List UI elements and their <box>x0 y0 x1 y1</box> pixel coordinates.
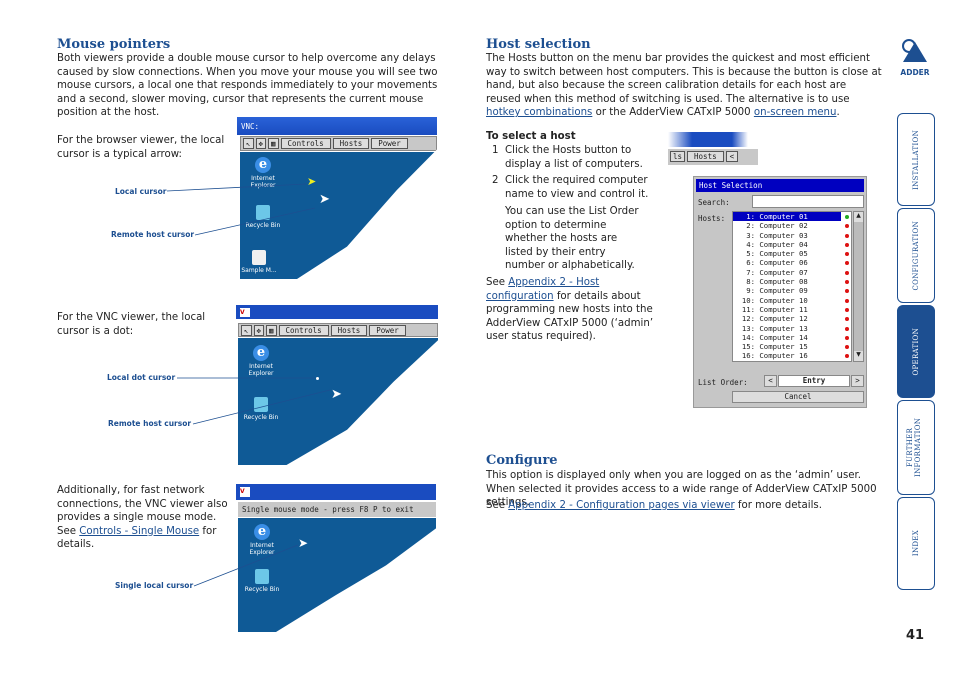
status-dot-icon <box>845 298 849 303</box>
host-list-item[interactable]: 6: Computer 06 <box>733 258 851 267</box>
hosts-button[interactable]: Hosts <box>687 151 724 162</box>
tab-operation[interactable]: OPERATION <box>897 305 935 398</box>
status-dot-icon <box>845 280 849 285</box>
list-order-next-button[interactable]: > <box>851 375 864 387</box>
host-list-item[interactable]: 9: Computer 09 <box>733 286 851 295</box>
search-label: Search: <box>698 198 730 207</box>
dialog-title: Host Selection <box>696 179 864 192</box>
list-order-value[interactable]: Entry <box>778 375 850 387</box>
status-dot-icon <box>845 215 849 219</box>
host-list-item[interactable]: 10: Computer 10 <box>733 296 851 305</box>
hosts-label: Hosts: <box>698 214 726 223</box>
host-list-item[interactable]: 3: Computer 03 <box>733 231 851 240</box>
host-list-scrollbar[interactable]: ▲ ▼ <box>853 211 864 362</box>
on-screen-menu-link[interactable]: on-screen menu <box>754 107 837 118</box>
host-config-see: See Appendix 2 - Host configuration for … <box>486 277 654 343</box>
host-list-item[interactable]: 15: Computer 15 <box>733 342 851 351</box>
list-order-note: You can use the List Order option to det… <box>505 206 639 272</box>
to-select-host-subhead: To select a host <box>486 131 576 142</box>
status-dot-icon <box>845 335 849 340</box>
host-list-item[interactable]: 12: Computer 12 <box>733 314 851 323</box>
tab-further-information[interactable]: FURTHER INFORMATION <box>897 400 935 495</box>
status-dot-icon <box>845 345 849 350</box>
tab-index[interactable]: INDEX <box>897 497 935 590</box>
step-1-number: 1 <box>492 145 499 156</box>
tab-configuration[interactable]: CONFIGURATION <box>897 208 935 303</box>
scroll-down-icon: ▼ <box>854 351 863 361</box>
host-list-item[interactable]: 11: Computer 11 <box>733 305 851 314</box>
list-order-prev-button[interactable]: < <box>764 375 777 387</box>
tab-installation[interactable]: INSTALLATION <box>897 113 935 206</box>
status-dot-icon <box>845 326 849 331</box>
list-order-label: List Order: <box>698 378 748 387</box>
status-dot-icon <box>845 233 849 238</box>
status-dot-icon <box>845 224 849 229</box>
host-selection-dialog: Host Selection Search: Hosts: 1: Compute… <box>693 176 867 408</box>
host-selection-heading: Host selection <box>486 37 591 52</box>
search-input[interactable] <box>752 195 864 208</box>
status-dot-icon <box>845 289 849 294</box>
host-list-item[interactable]: 16: Computer 16 <box>733 351 851 360</box>
step-2-text: Click the required computer name to view… <box>505 175 649 200</box>
appendix-config-pages-link[interactable]: Appendix 2 - Configuration pages via vie… <box>508 500 734 511</box>
adder-logo: ADDER <box>893 38 937 77</box>
host-list-item[interactable]: 8: Computer 08 <box>733 277 851 286</box>
host-list-item[interactable]: 2: Computer 02 <box>733 221 851 230</box>
status-dot-icon <box>845 317 849 322</box>
hosts-toolbar-fragment: ls Hosts < <box>668 132 763 168</box>
host-list-item[interactable]: 14: Computer 14 <box>733 333 851 342</box>
status-dot-icon <box>845 307 849 312</box>
status-dot-icon <box>845 261 849 266</box>
host-list-item[interactable]: 4: Computer 04 <box>733 240 851 249</box>
hotkey-combinations-link[interactable]: hotkey combinations <box>486 107 592 118</box>
scroll-up-icon: ▲ <box>854 212 863 222</box>
configure-heading: Configure <box>486 453 558 468</box>
step-2-number: 2 <box>492 175 499 186</box>
step-1-text: Click the Hosts button to display a list… <box>505 145 643 170</box>
status-dot-icon <box>845 242 849 247</box>
host-list-item[interactable]: 13: Computer 13 <box>733 324 851 333</box>
configure-see: See Appendix 2 - Configuration pages via… <box>486 500 822 511</box>
page-number: 41 <box>906 628 925 643</box>
host-intro: The Hosts button on the menu bar provide… <box>486 53 882 119</box>
host-list-item[interactable]: 5: Computer 05 <box>733 249 851 258</box>
cancel-button[interactable]: Cancel <box>732 391 864 403</box>
host-list[interactable]: 1: Computer 01 2: Computer 02 3: Computer … <box>732 211 852 362</box>
host-list-item[interactable]: 7: Computer 07 <box>733 268 851 277</box>
status-dot-icon <box>845 354 849 359</box>
status-dot-icon <box>845 270 849 275</box>
host-list-item[interactable]: 1: Computer 01 <box>733 212 849 222</box>
status-dot-icon <box>845 252 849 257</box>
